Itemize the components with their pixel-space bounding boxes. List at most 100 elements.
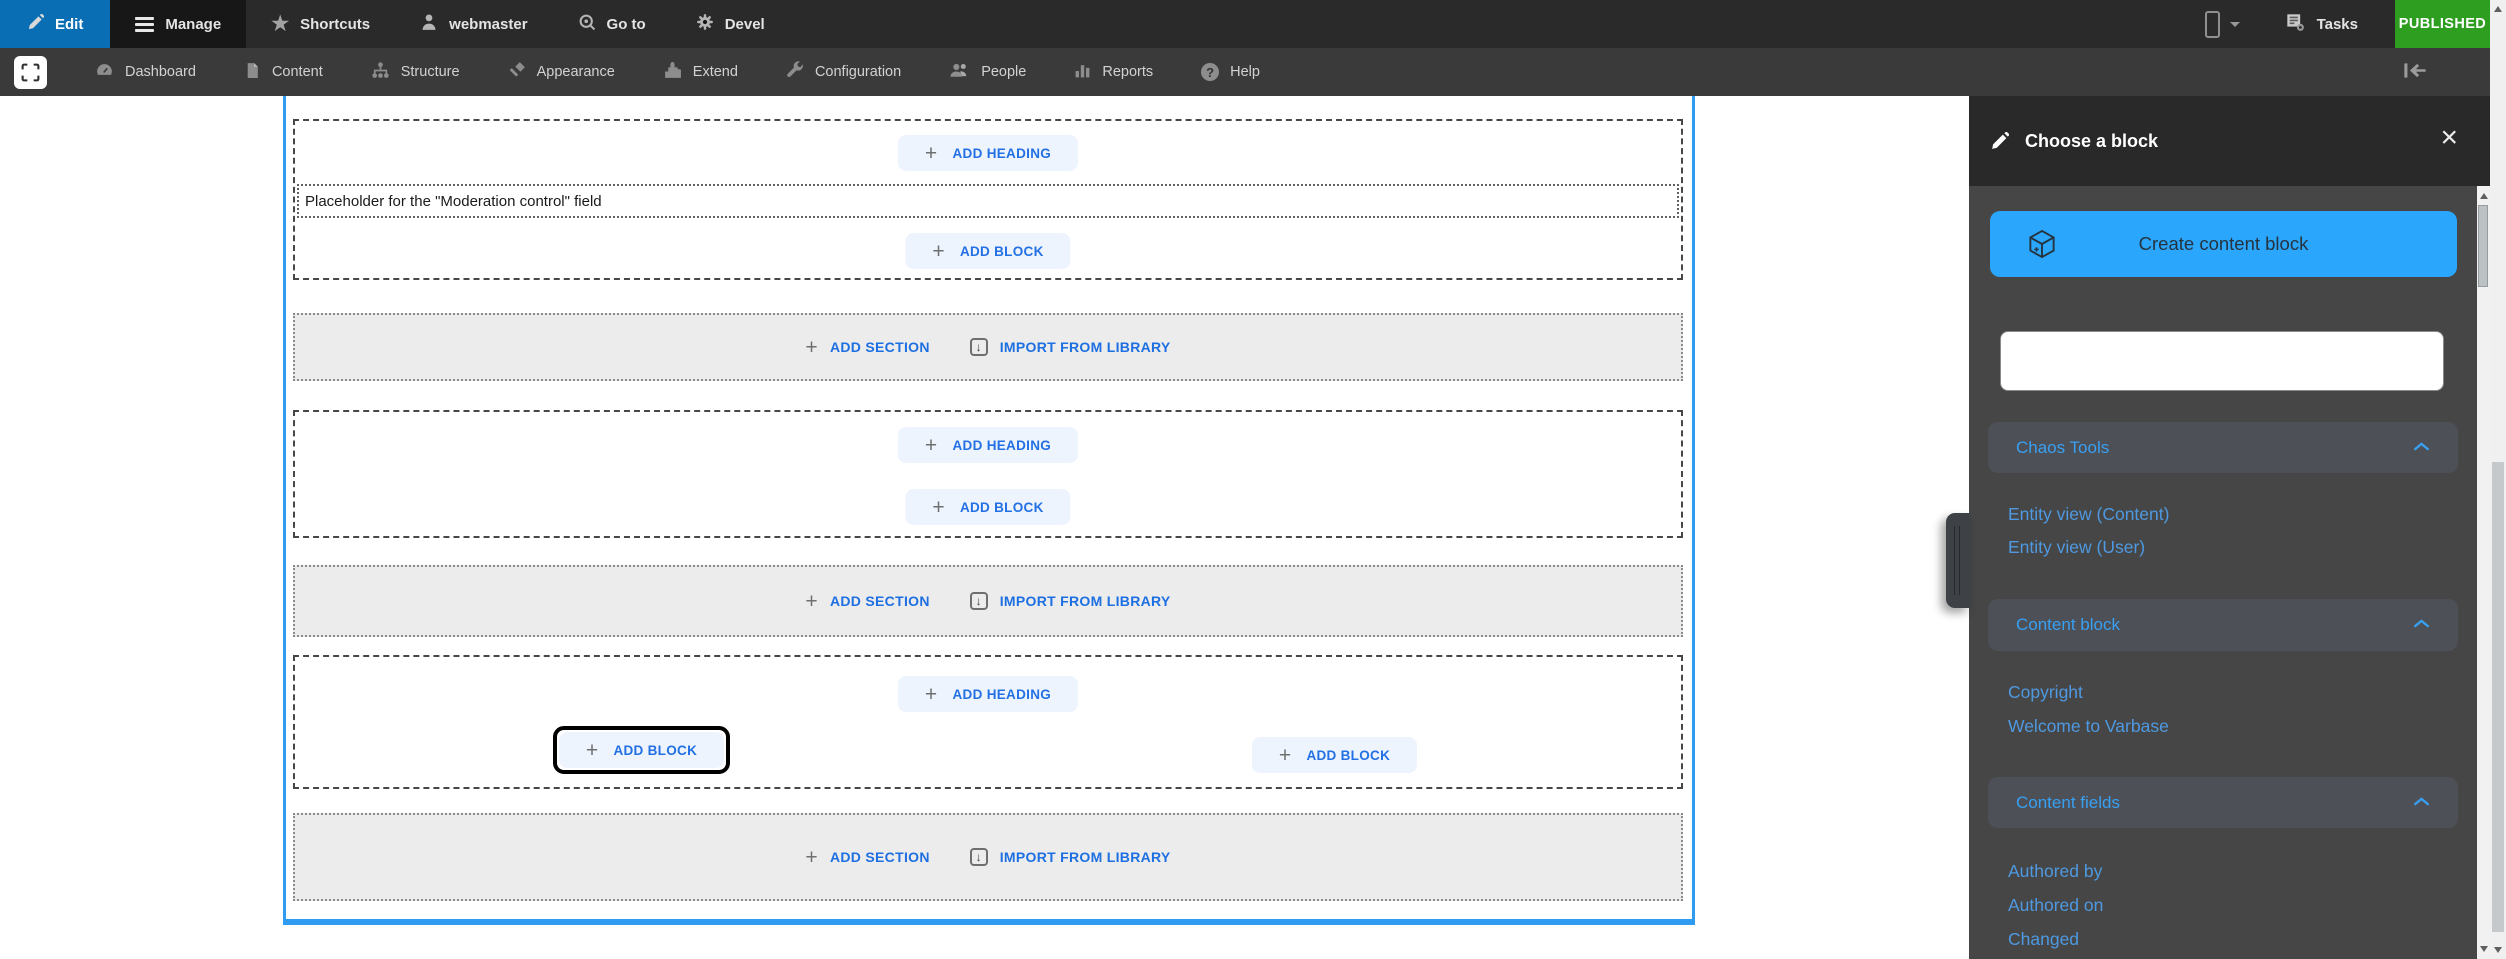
add-heading-button[interactable]: + ADD HEADING [897, 135, 1079, 171]
structure-icon [371, 61, 390, 84]
block-link-authored-on[interactable]: Authored on [2008, 895, 2103, 916]
category-label: Content fields [2016, 792, 2120, 812]
pencil-icon [27, 13, 45, 35]
menu-manage[interactable]: Manage [110, 0, 246, 48]
down-arrow-glyph: ↓ [975, 850, 982, 864]
panel-drag-handle[interactable] [1946, 513, 1971, 608]
admin-item-configuration[interactable]: Configuration [762, 48, 925, 96]
add-heading-label: ADD HEADING [952, 686, 1052, 702]
add-heading-label: ADD HEADING [952, 145, 1052, 161]
menu-goto[interactable]: Go to [553, 0, 671, 48]
add-block-button-focused[interactable]: + ADD BLOCK [558, 732, 725, 768]
block-link-copyright[interactable]: Copyright [2008, 682, 2083, 703]
cube-plus-icon [2026, 228, 2058, 265]
category-content-fields[interactable]: Content fields [1988, 777, 2458, 828]
add-section-bar-3: + ADD SECTION ↓ IMPORT FROM LIBRARY [293, 813, 1683, 901]
panel-scrollbar-thumb[interactable] [2478, 205, 2488, 287]
add-block-button[interactable]: + ADD BLOCK [905, 233, 1071, 269]
admin-item-dashboard[interactable]: Dashboard [71, 48, 220, 96]
add-section-button[interactable]: + ADD SECTION [799, 846, 935, 869]
category-content-block[interactable]: Content block [1988, 599, 2458, 651]
admin-item-help[interactable]: ? Help [1177, 48, 1284, 96]
page-scrollbar[interactable] [2490, 0, 2506, 959]
import-from-library-button[interactable]: ↓ IMPORT FROM LIBRARY [964, 337, 1177, 357]
category-label: Content block [2016, 615, 2120, 634]
admin-toolbar: Dashboard Content Structure Appearance E… [0, 48, 2490, 96]
block-link-entity-view-user[interactable]: Entity view (User) [2008, 537, 2145, 558]
tasks-icon [2285, 12, 2306, 37]
choose-block-panel: Choose a block × Create content block Ch… [1946, 96, 2490, 959]
library-import-icon: ↓ [969, 848, 988, 866]
add-block-button[interactable]: + ADD BLOCK [905, 489, 1071, 525]
menu-tasks-label: Tasks [2316, 15, 2358, 33]
close-icon[interactable]: × [2434, 122, 2464, 154]
block-search-input[interactable] [2000, 331, 2444, 391]
admin-item-label: Content [271, 64, 323, 80]
scroll-up-arrow-icon[interactable] [2479, 193, 2488, 199]
column-left: + ADD BLOCK [295, 726, 988, 784]
plus-icon: + [924, 682, 938, 706]
menu-devel[interactable]: Devel [671, 0, 790, 48]
add-section-button[interactable]: + ADD SECTION [799, 336, 935, 359]
panel-title: Choose a block [2025, 130, 2159, 151]
admin-item-people[interactable]: People [925, 48, 1050, 96]
star-icon: ★ [271, 13, 290, 35]
import-from-library-label: IMPORT FROM LIBRARY [999, 339, 1171, 355]
import-from-library-button[interactable]: ↓ IMPORT FROM LIBRARY [964, 591, 1177, 611]
admin-item-structure[interactable]: Structure [347, 48, 484, 96]
toolbar-collapse-button[interactable] [2396, 48, 2434, 96]
scroll-up-arrow-icon[interactable] [2494, 6, 2502, 12]
configuration-icon [786, 61, 804, 83]
add-section-label: ADD SECTION [829, 339, 930, 355]
block-link-authored-by[interactable]: Authored by [2008, 861, 2102, 882]
toolbar-tray: ★ Shortcuts webmaster Go to Devel Tasks … [246, 0, 2490, 48]
menu-user[interactable]: webmaster [395, 0, 552, 48]
plus-icon: + [932, 239, 945, 263]
add-heading-button[interactable]: + ADD HEADING [897, 427, 1079, 463]
site-logo[interactable] [14, 55, 47, 89]
menu-shortcuts[interactable]: ★ Shortcuts [246, 0, 395, 48]
responsive-preview-button[interactable] [2185, 10, 2260, 38]
add-block-button[interactable]: + ADD BLOCK [1251, 737, 1418, 773]
go-to-icon [578, 13, 596, 35]
admin-item-extend[interactable]: Extend [639, 48, 762, 96]
focus-ring: + ADD BLOCK [552, 726, 731, 774]
block-link-changed[interactable]: Changed [2008, 929, 2079, 950]
import-from-library-button[interactable]: ↓ IMPORT FROM LIBRARY [964, 847, 1177, 867]
admin-item-reports[interactable]: Reports [1050, 48, 1177, 96]
category-chaos-tools[interactable]: Chaos Tools [1988, 422, 2458, 473]
plus-icon: + [585, 738, 599, 762]
section-columns: + ADD BLOCK + ADD BLOCK [295, 726, 1681, 784]
add-block-label: ADD BLOCK [959, 243, 1044, 259]
menu-devel-label: Devel [724, 15, 765, 33]
page-scrollbar-thumb[interactable] [2492, 462, 2504, 932]
add-section-label: ADD SECTION [829, 593, 930, 609]
moderation-control-placeholder: Placeholder for the "Moderation control"… [297, 184, 1679, 218]
moderation-placeholder-text: Placeholder for the "Moderation control"… [305, 192, 602, 210]
mobile-device-icon [2204, 10, 2220, 38]
import-from-library-label: IMPORT FROM LIBRARY [999, 849, 1171, 865]
plus-icon: + [932, 495, 945, 519]
create-content-block-button[interactable]: Create content block [1990, 211, 2457, 277]
scroll-down-arrow-icon[interactable] [2494, 947, 2502, 953]
block-link-welcome-to-varbase[interactable]: Welcome to Varbase [2008, 716, 2169, 737]
toolbar-right-cluster: Tasks PUBLISHED [2185, 0, 2490, 48]
appearance-icon [508, 61, 526, 83]
create-content-block-label: Create content block [2138, 233, 2309, 254]
menu-tasks[interactable]: Tasks [2260, 12, 2383, 37]
scroll-down-arrow-icon[interactable] [2479, 946, 2488, 952]
admin-item-appearance[interactable]: Appearance [484, 48, 639, 96]
add-heading-button[interactable]: + ADD HEADING [897, 676, 1079, 712]
tab-edit[interactable]: Edit [0, 0, 111, 48]
add-block-label: ADD BLOCK [959, 499, 1044, 515]
admin-item-content[interactable]: Content [220, 48, 347, 96]
add-section-button[interactable]: + ADD SECTION [799, 590, 935, 613]
panel-scrollbar[interactable] [2477, 186, 2490, 959]
menu-shortcuts-label: Shortcuts [300, 15, 371, 33]
layout-section-1: + ADD HEADING Placeholder for the "Moder… [293, 119, 1683, 280]
admin-item-label: Appearance [536, 64, 615, 80]
block-link-entity-view-content[interactable]: Entity view (Content) [2008, 504, 2169, 525]
down-arrow-glyph: ↓ [975, 340, 982, 354]
add-section-bar-2: + ADD SECTION ↓ IMPORT FROM LIBRARY [293, 565, 1683, 637]
panel-header: Choose a block × [1969, 96, 2490, 186]
